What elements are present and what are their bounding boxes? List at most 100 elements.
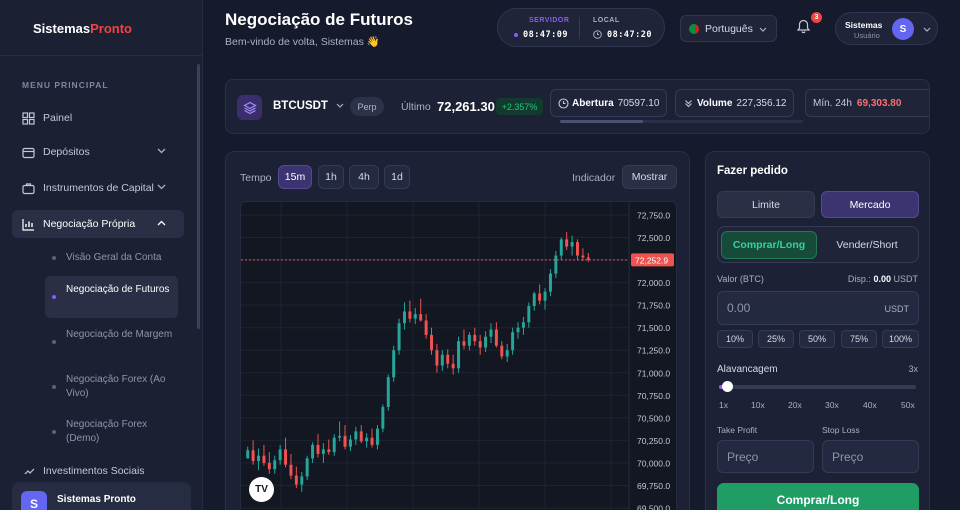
- candle-body: [467, 334, 471, 346]
- candle-body: [424, 320, 428, 335]
- percent-10-button[interactable]: 10%: [717, 330, 753, 348]
- price-chart[interactable]: 72,750.072,500.072,250.072,000.071,750.0…: [240, 201, 677, 510]
- y-tick-label: 71,500.0: [637, 323, 670, 333]
- candle-body: [527, 306, 531, 323]
- order-title: Fazer pedido: [717, 165, 788, 177]
- ticker-scrollbar[interactable]: [560, 120, 803, 123]
- percent-100-button[interactable]: 100%: [882, 330, 919, 348]
- tradingview-logo[interactable]: TV: [249, 477, 274, 502]
- candle-body: [575, 242, 579, 256]
- candle-body: [289, 464, 293, 476]
- scroll-thumb[interactable]: [560, 120, 643, 123]
- percent-25-button[interactable]: 25%: [758, 330, 794, 348]
- sidebar-divider: [0, 55, 203, 56]
- symbol-selector[interactable]: BTCUSDT: [273, 100, 344, 112]
- stat-open: Abertura 70597.10: [550, 89, 668, 117]
- y-tick-label: 70,750.0: [637, 391, 670, 401]
- brand-logo[interactable]: SistemasPronto: [33, 21, 132, 36]
- chevron-up-icon: [157, 220, 166, 226]
- candle-body: [554, 255, 558, 274]
- last-price-label: Último: [401, 101, 431, 113]
- order-type-limit[interactable]: Limite: [717, 191, 815, 218]
- chevron-down-icon: [923, 27, 931, 32]
- stat-label: Volume: [697, 97, 733, 109]
- take-profit-input[interactable]: Preço: [717, 440, 814, 473]
- sidebar-item-label: Depósitos: [43, 146, 90, 158]
- candle-body: [462, 341, 466, 346]
- percent-75-button[interactable]: 75%: [841, 330, 877, 348]
- percent-50-button[interactable]: 50%: [799, 330, 835, 348]
- bullet-dot: [52, 340, 56, 344]
- subitem-visao-geral[interactable]: Visão Geral da Conta: [45, 251, 178, 267]
- candle-body: [284, 449, 288, 465]
- stat-label: Abertura: [572, 97, 614, 109]
- sidebar-item-investimentos[interactable]: Investimentos Sociais: [12, 458, 184, 474]
- amount-input[interactable]: 0.00 USDT: [717, 291, 919, 325]
- candle-body: [419, 314, 423, 321]
- profile-menu[interactable]: Sistemas Usuário S: [835, 12, 938, 45]
- page-subtitle: Bem-vindo de volta, Sistemas 👋: [225, 36, 380, 48]
- leverage-slider[interactable]: [719, 385, 916, 389]
- profile-role: Usuário: [854, 31, 880, 40]
- stat-value: 70597.10: [617, 97, 660, 109]
- subitem-forex-ao-vivo[interactable]: Negociação Forex (Ao Vivo): [45, 373, 178, 403]
- candle-body: [532, 293, 536, 307]
- subitem-label: Negociação Forex (Demo): [66, 419, 148, 444]
- candle-body: [316, 444, 320, 454]
- candle-body: [246, 450, 250, 459]
- candle-body: [521, 322, 525, 328]
- sidebar-item-instrumentos[interactable]: Instrumentos de Capital: [12, 174, 184, 202]
- timeframe-1h[interactable]: 1h: [318, 165, 344, 189]
- show-indicator-button[interactable]: Mostrar: [622, 165, 677, 189]
- language-label: Português: [705, 22, 753, 35]
- timeframe-15m[interactable]: 15m: [278, 165, 312, 189]
- leverage-tick: 50x: [901, 400, 915, 410]
- candle-body: [408, 311, 412, 319]
- candle-body: [435, 350, 439, 366]
- y-tick-label: 70,250.0: [637, 436, 670, 446]
- sidebar-item-negociacao-propria[interactable]: Negociação Própria: [12, 210, 184, 238]
- slider-handle[interactable]: [722, 381, 734, 392]
- subitem-negociacao-futuros[interactable]: Negociação de Futuros: [45, 276, 178, 318]
- subitem-forex-demo[interactable]: Negociação Forex (Demo): [45, 418, 178, 448]
- bullet-dot: [52, 256, 56, 260]
- stop-loss-input[interactable]: Preço: [822, 440, 919, 473]
- candle-body: [338, 435, 342, 438]
- bullet-dot: [52, 430, 56, 434]
- bell-icon[interactable]: [797, 19, 810, 34]
- candle-body: [494, 329, 498, 346]
- stat-value: 69,303.80: [856, 97, 902, 109]
- sidebar-item-depositos[interactable]: Depósitos: [12, 138, 184, 166]
- submit-buy-button[interactable]: Comprar/Long: [717, 483, 919, 510]
- candle-body: [305, 458, 309, 477]
- sidebar-scrollbar[interactable]: [197, 64, 200, 329]
- candle-body: [457, 341, 461, 369]
- timeframe-4h[interactable]: 4h: [349, 165, 379, 189]
- change-badge: +2.357%: [496, 98, 543, 115]
- language-selector[interactable]: Português: [680, 15, 777, 42]
- y-tick-label: 72,750.0: [637, 211, 670, 221]
- stat-low: Mín. 24h 69,303.80: [805, 89, 929, 117]
- sidebar-user-card[interactable]: S Sistemas Pronto: [12, 482, 191, 510]
- order-type-market[interactable]: Mercado: [821, 191, 919, 218]
- leverage-tick: 30x: [825, 400, 839, 410]
- sidebar-item-label: Instrumentos de Capital: [43, 182, 154, 194]
- sidebar-item-painel[interactable]: Painel: [12, 104, 184, 132]
- clock-divider: [579, 17, 580, 39]
- candle-body: [559, 239, 563, 256]
- timeframe-1d[interactable]: 1d: [384, 165, 410, 189]
- take-profit-label: Take Profit: [717, 425, 758, 435]
- server-clock: SERVIDOR 08:47:09 LOCAL 08:47:20: [497, 8, 665, 47]
- sell-short-tab[interactable]: Vender/Short: [819, 231, 915, 259]
- subitem-label: Negociação Forex (Ao Vivo): [66, 374, 166, 399]
- leverage-tick: 40x: [863, 400, 877, 410]
- profile-name: Sistemas: [845, 20, 883, 30]
- candle-body: [251, 450, 255, 462]
- candle-body: [430, 334, 434, 351]
- candle-body: [392, 350, 396, 378]
- leverage-label: Alavancagem: [717, 364, 778, 375]
- subitem-negociacao-margem[interactable]: Negociação de Margem: [45, 328, 178, 358]
- server-time: 08:47:09: [523, 30, 568, 40]
- candle-body: [538, 293, 542, 301]
- buy-long-tab[interactable]: Comprar/Long: [721, 231, 817, 259]
